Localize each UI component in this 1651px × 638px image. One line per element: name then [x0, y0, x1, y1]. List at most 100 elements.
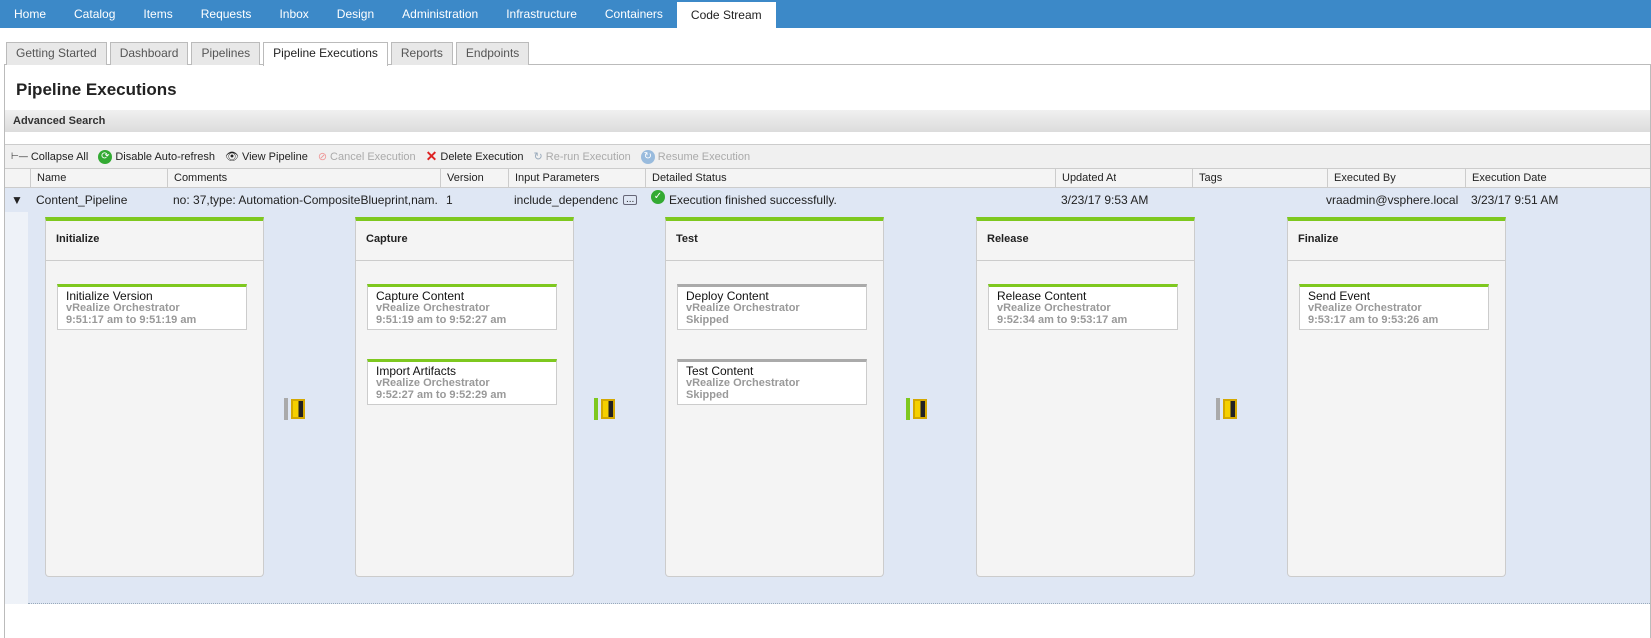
view-pipeline-button[interactable]: 👁 View Pipeline — [225, 150, 308, 164]
task-provider: vRealize Orchestrator — [686, 377, 800, 389]
task-card[interactable]: Import Artifacts vRealize Orchestrator 9:5… — [367, 359, 557, 405]
column-header-tags[interactable]: Tags — [1192, 169, 1222, 188]
task-time: Skipped — [686, 389, 729, 401]
stage-card: Test Deploy Content vRealize Orchestrator S… — [665, 217, 884, 577]
top-nav: Home Catalog Items Requests Inbox Design Admin… — [0, 0, 1651, 28]
tab-reports[interactable]: Reports — [390, 42, 453, 65]
task-time: 9:51:19 am to 9:52:27 am — [376, 314, 507, 326]
task-name: Send Event — [1308, 289, 1371, 303]
disable-autorefresh-button[interactable]: ⟳ Disable Auto-refresh — [98, 149, 215, 164]
task-time: 9:52:27 am to 9:52:29 am — [376, 389, 507, 401]
tab-pipelines[interactable]: Pipelines — [191, 42, 261, 65]
resume-icon: ↻ — [640, 149, 655, 164]
nav-design[interactable]: Design — [323, 0, 388, 28]
cell-executed-by: vraadmin@vsphere.local — [1326, 193, 1459, 207]
nav-inbox[interactable]: Inbox — [265, 0, 322, 28]
check-icon: ✓ — [651, 190, 665, 204]
task-card[interactable]: Deploy Content vRealize Orchestrator Skipp… — [677, 284, 867, 330]
task-provider: vRealize Orchestrator — [997, 302, 1111, 314]
door-icon — [291, 399, 305, 419]
resume-execution-button[interactable]: ↻ Resume Execution — [640, 149, 750, 164]
toolbar: ⊢— Collapse All ⟳ Disable Auto-refresh 👁 Vi… — [5, 144, 1650, 168]
rerun-execution-button[interactable]: ↻ Re-run Execution — [533, 150, 631, 164]
task-provider: vRealize Orchestrator — [376, 302, 490, 314]
tab-dashboard[interactable]: Dashboard — [109, 42, 189, 65]
nav-home[interactable]: Home — [0, 0, 60, 28]
gate-icon[interactable] — [906, 398, 930, 420]
task-time: 9:51:17 am to 9:51:19 am — [66, 314, 197, 326]
column-header-input-parameters[interactable]: Input Parameters — [508, 169, 599, 188]
task-provider: vRealize Orchestrator — [376, 377, 490, 389]
rerun-icon: ↻ — [533, 151, 543, 163]
task-card[interactable]: Release Content vRealize Orchestrator 9:52… — [988, 284, 1178, 330]
gate-status-bar — [1216, 398, 1220, 420]
task-name: Deploy Content — [686, 289, 769, 303]
row-gutter — [5, 212, 28, 604]
cancel-execution-button[interactable]: ⊘ Cancel Execution — [317, 150, 416, 164]
nav-code-stream[interactable]: Code Stream — [676, 2, 776, 28]
stage-title: Initialize — [46, 221, 263, 261]
table-row[interactable]: ▼ Content_Pipeline no: 37,type: Automati… — [5, 188, 1650, 212]
cell-comments: no: 37,type: Automation-CompositeBluepri… — [173, 193, 439, 207]
column-header-executed-by[interactable]: Executed By — [1327, 169, 1396, 188]
gate-icon[interactable] — [284, 398, 308, 420]
nav-containers[interactable]: Containers — [591, 0, 677, 28]
nav-administration[interactable]: Administration — [388, 0, 492, 28]
column-header-updated-at[interactable]: Updated At — [1055, 169, 1116, 188]
task-provider: vRealize Orchestrator — [1308, 302, 1422, 314]
stage-title: Finalize — [1288, 221, 1505, 261]
stage-card: Capture Capture Content vRealize Orchestra… — [355, 217, 574, 577]
stage-card: Release Release Content vRealize Orchestra… — [976, 217, 1195, 577]
table-header: Name Comments Version Input Parameters Detai… — [5, 168, 1650, 188]
task-provider: vRealize Orchestrator — [686, 302, 800, 314]
task-card[interactable]: Initialize Version vRealize Orchestrator 9… — [57, 284, 247, 330]
page-title: Pipeline Executions — [16, 80, 177, 99]
task-time: Skipped — [686, 314, 729, 326]
gate-icon[interactable] — [594, 398, 618, 420]
collapse-all-button[interactable]: ⊢— Collapse All — [11, 151, 88, 163]
task-card[interactable]: Capture Content vRealize Orchestrator 9:51… — [367, 284, 557, 330]
expand-toggle-icon[interactable]: ▼ — [7, 188, 23, 213]
tab-endpoints[interactable]: Endpoints — [455, 42, 530, 65]
task-card[interactable]: Test Content vRealize Orchestrator Skipped — [677, 359, 867, 405]
task-name: Import Artifacts — [376, 364, 457, 378]
column-header-version[interactable]: Version — [440, 169, 484, 188]
collapse-icon: ⊢— — [11, 151, 28, 161]
nav-catalog[interactable]: Catalog — [60, 0, 129, 28]
column-header-comments[interactable]: Comments — [167, 169, 227, 188]
column-header-name[interactable]: Name — [30, 169, 66, 188]
task-time: 9:53:17 am to 9:53:26 am — [1308, 314, 1439, 326]
door-icon — [913, 399, 927, 419]
cancel-icon: ⊘ — [317, 151, 328, 163]
cell-updated-at: 3/23/17 9:53 AM — [1061, 193, 1149, 207]
nav-requests[interactable]: Requests — [187, 0, 266, 28]
task-name: Release Content — [997, 289, 1087, 303]
sub-tabs: Getting Started Dashboard Pipelines Pipelin… — [6, 42, 530, 66]
task-provider: vRealize Orchestrator — [66, 302, 180, 314]
stage-title: Test — [666, 221, 883, 261]
cell-name: Content_Pipeline — [36, 193, 128, 207]
task-name: Initialize Version — [66, 289, 153, 303]
task-time: 9:52:34 am to 9:53:17 am — [997, 314, 1128, 326]
delete-icon: ✕ — [425, 148, 438, 164]
eye-icon: 👁 — [225, 151, 239, 163]
task-card[interactable]: Send Event vRealize Orchestrator 9:53:17 a… — [1299, 284, 1489, 330]
cell-status: ✓ Execution finished successfully. — [645, 188, 1055, 213]
gate-icon[interactable] — [1216, 398, 1240, 420]
column-header-detailed-status[interactable]: Detailed Status — [645, 169, 727, 188]
gate-status-bar — [594, 398, 598, 420]
cell-version: 1 — [446, 193, 453, 207]
stage-title: Release — [977, 221, 1194, 261]
delete-execution-button[interactable]: ✕ Delete Execution — [426, 148, 524, 165]
tab-pipeline-executions[interactable]: Pipeline Executions — [263, 42, 388, 66]
door-icon — [1223, 399, 1237, 419]
tab-getting-started[interactable]: Getting Started — [6, 42, 107, 65]
column-header-execution-date[interactable]: Execution Date — [1465, 169, 1547, 188]
nav-items[interactable]: Items — [129, 0, 186, 28]
stage-title: Capture — [356, 221, 573, 261]
more-params-button[interactable]: ... — [623, 195, 638, 205]
refresh-disabled-icon: ⟳ — [98, 149, 113, 164]
nav-infrastructure[interactable]: Infrastructure — [492, 0, 591, 28]
advanced-search-toggle[interactable]: Advanced Search — [5, 110, 1650, 132]
stage-card: Initialize Initialize Version vRealize Orc… — [45, 217, 264, 577]
